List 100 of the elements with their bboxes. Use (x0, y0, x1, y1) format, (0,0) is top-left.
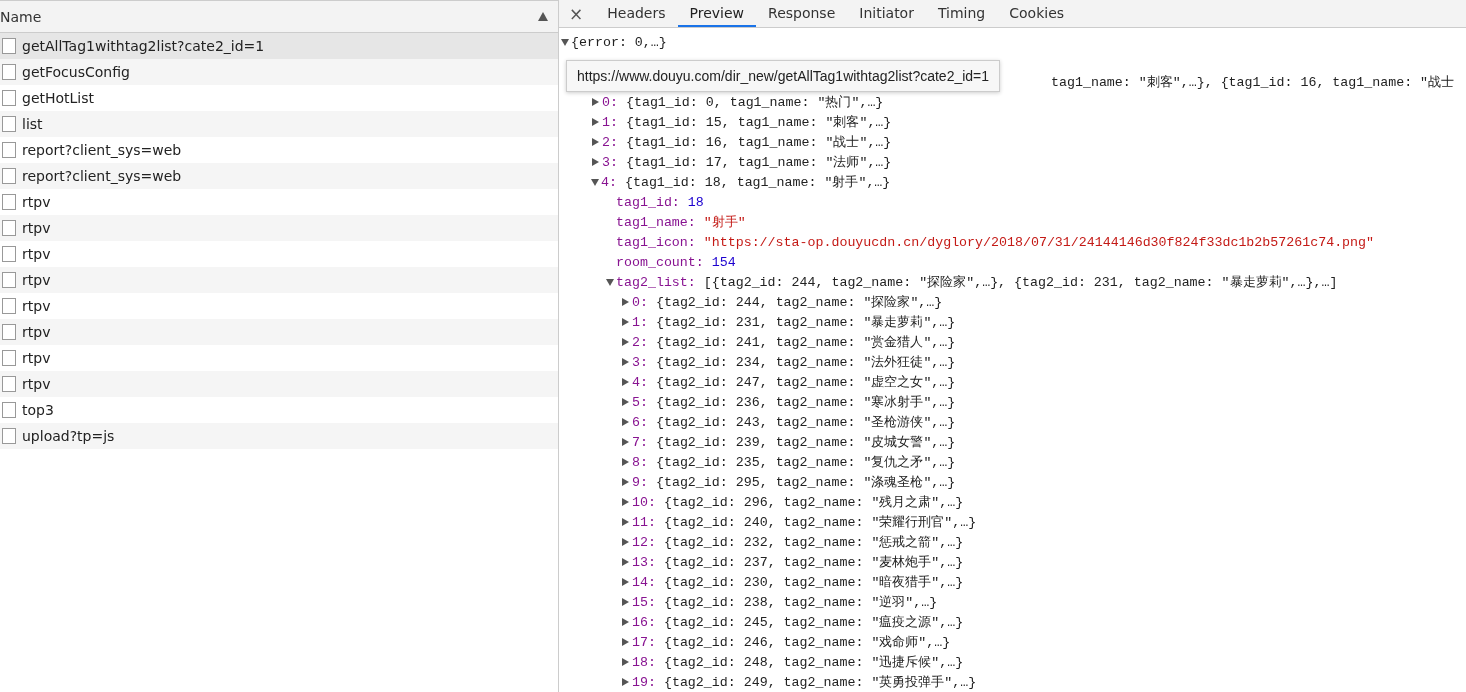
expanded-arrow-icon[interactable] (591, 178, 599, 186)
collapsed-arrow-icon[interactable] (592, 118, 599, 126)
collapsed-arrow-icon[interactable] (622, 518, 629, 526)
collapsed-arrow-icon[interactable] (622, 658, 629, 666)
json-value: {tag2_id: 245, tag2_name: "瘟疫之源",…} (663, 614, 964, 631)
collapsed-arrow-icon[interactable] (622, 438, 629, 446)
json-key: 11: (632, 514, 656, 530)
json-value: {tag2_id: 234, tag2_name: "法外狂徒",…} (655, 354, 956, 371)
collapsed-arrow-icon[interactable] (622, 478, 629, 486)
request-row[interactable]: rtpv (0, 267, 558, 293)
collapsed-arrow-icon[interactable] (622, 598, 629, 606)
collapsed-arrow-icon[interactable] (622, 298, 629, 306)
close-button[interactable]: × (559, 0, 596, 27)
json-key: 19: (632, 674, 656, 690)
request-row[interactable]: report?client_sys=web (0, 137, 558, 163)
collapsed-arrow-icon[interactable] (622, 398, 629, 406)
json-key: 13: (632, 554, 656, 570)
json-value: {tag2_id: 240, tag2_name: "荣耀行刑官",…} (663, 514, 977, 531)
request-row[interactable]: rtpv (0, 189, 558, 215)
collapsed-arrow-icon[interactable] (622, 378, 629, 386)
collapsed-arrow-icon[interactable] (622, 338, 629, 346)
json-value: {tag2_id: 236, tag2_name: "寒冰射手",…} (655, 394, 956, 411)
collapsed-arrow-icon[interactable] (622, 358, 629, 366)
expanded-arrow-icon[interactable] (606, 278, 614, 286)
request-row[interactable]: rtpv (0, 215, 558, 241)
json-value: {tag2_id: 235, tag2_name: "复仇之矛",…} (655, 454, 956, 471)
json-key: tag1_id: (616, 194, 680, 210)
json-key: 5: (632, 394, 648, 410)
collapsed-arrow-icon[interactable] (592, 138, 599, 146)
file-icon (2, 116, 16, 132)
expanded-arrow-icon[interactable] (561, 38, 569, 46)
collapsed-arrow-icon[interactable] (592, 158, 599, 166)
json-key: 1: (602, 114, 618, 130)
tab[interactable]: Preview (677, 0, 757, 27)
request-row[interactable]: getFocusConfig (0, 59, 558, 85)
json-key: tag1_icon: (616, 234, 696, 250)
file-icon (2, 428, 16, 444)
request-row[interactable]: upload?tp=js (0, 423, 558, 449)
json-key: 0: (602, 94, 618, 110)
request-row[interactable]: rtpv (0, 345, 558, 371)
json-value: {tag1_id: 17, tag1_name: "法师",…} (625, 154, 892, 171)
json-key: 6: (632, 414, 648, 430)
json-value: {tag2_id: 238, tag2_name: "逆羽",…} (663, 594, 938, 611)
json-value: {tag2_id: 243, tag2_name: "圣枪游侠",…} (655, 414, 956, 431)
json-key: 10: (632, 494, 656, 510)
collapsed-arrow-icon[interactable] (622, 458, 629, 466)
tab[interactable]: Initiator (847, 0, 926, 27)
column-header[interactable]: Name (0, 8, 42, 25)
json-key: 18: (632, 654, 656, 670)
tab[interactable]: Headers (595, 0, 678, 27)
sort-icon[interactable] (538, 12, 548, 21)
file-icon (2, 376, 16, 392)
json-key: 1: (632, 314, 648, 330)
json-key: tag2_list: (616, 274, 696, 290)
request-row[interactable]: getHotList (0, 85, 558, 111)
collapsed-arrow-icon[interactable] (622, 498, 629, 506)
json-key: 3: (632, 354, 648, 370)
json-key: 4: (601, 174, 617, 190)
json-key: 4: (632, 374, 648, 390)
request-row[interactable]: list (0, 111, 558, 137)
json-key: 16: (632, 614, 656, 630)
json-value: {tag2_id: 249, tag2_name: "英勇投弹手",…} (663, 674, 977, 691)
request-row[interactable]: getAllTag1withtag2list?cate2_id=1 (0, 33, 558, 59)
collapsed-arrow-icon[interactable] (622, 678, 629, 686)
json-value: {tag2_id: 239, tag2_name: "皮城女警",…} (655, 434, 956, 451)
collapsed-arrow-icon[interactable] (622, 618, 629, 626)
json-value: {tag1_id: 15, tag1_name: "刺客",…} (625, 114, 892, 131)
json-key: 14: (632, 574, 656, 590)
request-row[interactable]: rtpv (0, 241, 558, 267)
tab[interactable]: Response (756, 0, 848, 27)
collapsed-arrow-icon[interactable] (622, 578, 629, 586)
file-icon (2, 64, 16, 80)
collapsed-arrow-icon[interactable] (622, 638, 629, 646)
json-key: 7: (632, 434, 648, 450)
json-value: 18 (687, 194, 704, 210)
json-value: {tag1_id: 16, tag1_name: "战士",…} (625, 134, 892, 151)
request-row[interactable]: rtpv (0, 319, 558, 345)
request-row[interactable]: report?client_sys=web (0, 163, 558, 189)
json-value: {tag2_id: 248, tag2_name: "迅捷斥候",…} (663, 654, 964, 671)
json-value: {tag2_id: 244, tag2_name: "探险家",…} (655, 294, 943, 311)
collapsed-arrow-icon[interactable] (622, 318, 629, 326)
collapsed-arrow-icon[interactable] (622, 558, 629, 566)
json-value: [{tag2_id: 244, tag2_name: "探险家",…}, {tag2_id: 231, tag2_name: "暴走萝莉",…},…] (703, 274, 1338, 291)
json-value: {error: 0,…} (571, 34, 667, 50)
tab[interactable]: Timing (925, 0, 998, 27)
request-row[interactable]: top3 (0, 397, 558, 423)
json-key: 17: (632, 634, 656, 650)
url-tooltip: https://www.douyu.com/dir_new/getAllTag1withtag2list?cate2_id=1 (566, 60, 1001, 92)
request-row[interactable]: rtpv (0, 371, 558, 397)
json-key: 15: (632, 594, 656, 610)
request-row[interactable]: rtpv (0, 293, 558, 319)
file-icon (2, 220, 16, 236)
collapsed-arrow-icon[interactable] (622, 538, 629, 546)
json-value: "https://sta-op.douyucdn.cn/dyglory/2018/07/31/24144146d30f824f33dc1b2b57261c74.png" (703, 234, 1375, 250)
json-key: tag1_name: (616, 214, 696, 230)
tab[interactable]: Cookies (997, 0, 1077, 27)
collapsed-arrow-icon[interactable] (622, 418, 629, 426)
json-key: 2: (602, 134, 618, 150)
json-key: 3: (602, 154, 618, 170)
json-key: 2: (632, 334, 648, 350)
